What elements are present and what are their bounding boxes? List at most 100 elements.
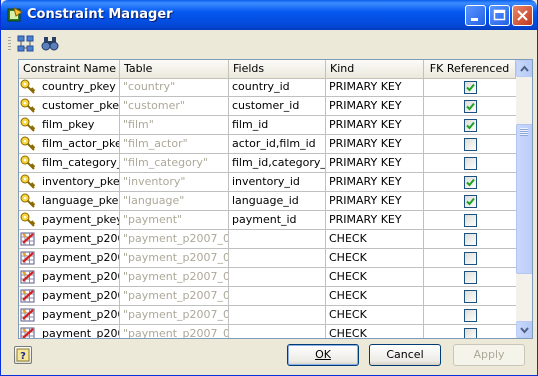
cell-kind[interactable]: CHECK — [326, 268, 424, 286]
table-row[interactable]: country_pkey "country" country_id PRIMARY K… — [19, 78, 516, 97]
fk-referenced-checkbox[interactable] — [464, 157, 477, 170]
cell-table[interactable]: "film_actor" — [120, 135, 229, 153]
fk-referenced-checkbox[interactable] — [464, 138, 477, 151]
help-button[interactable]: ? — [14, 346, 32, 364]
cell-constraint-name[interactable]: film_pkey — [19, 116, 120, 134]
fk-referenced-checkbox[interactable] — [464, 309, 477, 322]
cell-table[interactable]: "payment_p2007_02" — [120, 249, 229, 267]
cell-kind[interactable]: PRIMARY KEY — [326, 154, 424, 172]
cell-table[interactable]: "film" — [120, 116, 229, 134]
cell-table[interactable]: "inventory" — [120, 173, 229, 191]
cell-constraint-name[interactable]: film_category_p — [19, 154, 120, 172]
table-row[interactable]: payment_p2007"payment_p2007_03" CHECK — [19, 268, 516, 287]
close-button[interactable] — [512, 5, 533, 26]
cell-table[interactable]: "language" — [120, 192, 229, 210]
scroll-thumb[interactable] — [516, 124, 532, 274]
cell-table[interactable]: "payment_p2007_03" — [120, 268, 229, 286]
cell-constraint-name[interactable]: payment_p2007 — [19, 249, 120, 267]
column-header-fk-referenced[interactable]: FK Referenced — [424, 60, 516, 78]
table-row[interactable]: payment_p2007"payment_p2007_01" CHECK — [19, 230, 516, 249]
cell-fields[interactable]: payment_id — [229, 211, 326, 229]
cell-constraint-name[interactable]: payment_p2007 — [19, 306, 120, 324]
cell-constraint-name[interactable]: inventory_pkey — [19, 173, 120, 191]
title-bar[interactable]: Constraint Manager — [1, 0, 537, 30]
cell-kind[interactable]: CHECK — [326, 306, 424, 324]
cell-table[interactable]: "payment_p2007_06" — [120, 325, 229, 338]
table-row[interactable]: payment_p2007"payment_p2007_06" CHECK — [19, 325, 516, 338]
cell-fields[interactable] — [229, 287, 326, 305]
fk-referenced-checkbox[interactable] — [464, 290, 477, 303]
cell-kind[interactable]: PRIMARY KEY — [326, 192, 424, 210]
constraints-icon[interactable] — [17, 35, 35, 53]
cell-table[interactable]: "payment_p2007_05" — [120, 306, 229, 324]
cell-kind[interactable]: PRIMARY KEY — [326, 135, 424, 153]
cell-constraint-name[interactable]: payment_p2007 — [19, 325, 120, 338]
cell-table[interactable]: "payment" — [120, 211, 229, 229]
scroll-up-button[interactable] — [516, 60, 532, 77]
cell-constraint-name[interactable]: payment_p2007 — [19, 287, 120, 305]
table-row[interactable]: film_category_p"film_category"film_id,ca… — [19, 154, 516, 173]
fk-referenced-checkbox[interactable] — [464, 271, 477, 284]
ok-button[interactable]: OK — [287, 344, 359, 366]
cell-fields[interactable]: film_id — [229, 116, 326, 134]
column-header-table[interactable]: Table — [120, 60, 229, 78]
table-row[interactable]: payment_p2007"payment_p2007_05" CHECK — [19, 306, 516, 325]
cell-fields[interactable]: customer_id — [229, 97, 326, 115]
constraints-table[interactable]: Constraint Name Table Fields Kind FK Ref… — [18, 59, 533, 339]
table-row[interactable]: film_pkey "film" film_id PRIMARY KEY — [19, 116, 516, 135]
cell-constraint-name[interactable]: payment_p2007 — [19, 268, 120, 286]
cell-kind[interactable]: PRIMARY KEY — [326, 97, 424, 115]
cell-fields[interactable] — [229, 306, 326, 324]
cell-constraint-name[interactable]: customer_pkey — [19, 97, 120, 115]
column-header-fields[interactable]: Fields — [229, 60, 326, 78]
table-row[interactable]: payment_p2007"payment_p2007_04" CHECK — [19, 287, 516, 306]
cell-constraint-name[interactable]: film_actor_pkey — [19, 135, 120, 153]
cell-constraint-name[interactable]: language_pkey — [19, 192, 120, 210]
cell-table[interactable]: "film_category" — [120, 154, 229, 172]
toolbar-grip[interactable] — [8, 37, 11, 52]
cell-table[interactable]: "payment_p2007_04" — [120, 287, 229, 305]
cell-kind[interactable]: CHECK — [326, 230, 424, 248]
fk-referenced-checkbox-checked[interactable] — [464, 81, 477, 94]
cell-kind[interactable]: PRIMARY KEY — [326, 78, 424, 96]
cell-fields[interactable] — [229, 268, 326, 286]
cell-kind[interactable]: PRIMARY KEY — [326, 173, 424, 191]
fk-referenced-checkbox-checked[interactable] — [464, 119, 477, 132]
fk-referenced-checkbox-checked[interactable] — [464, 100, 477, 113]
vertical-scrollbar[interactable] — [516, 60, 532, 338]
fk-referenced-checkbox[interactable] — [464, 214, 477, 227]
table-row[interactable]: film_actor_pkey "film_actor" actor_id,film… — [19, 135, 516, 154]
scroll-down-button[interactable] — [516, 321, 532, 338]
fk-referenced-checkbox[interactable] — [464, 233, 477, 246]
column-header-kind[interactable]: Kind — [326, 60, 424, 78]
cell-kind[interactable]: CHECK — [326, 325, 424, 338]
maximize-button[interactable] — [489, 5, 510, 26]
cell-table[interactable]: "country" — [120, 78, 229, 96]
table-row[interactable]: language_pkey "language" language_id PRIMAR… — [19, 192, 516, 211]
table-row[interactable]: payment_pkey "payment" payment_id PRIMARY K… — [19, 211, 516, 230]
table-row[interactable]: payment_p2007"payment_p2007_02" CHECK — [19, 249, 516, 268]
cell-fields[interactable]: inventory_id — [229, 173, 326, 191]
cell-kind[interactable]: CHECK — [326, 249, 424, 267]
cell-fields[interactable]: country_id — [229, 78, 326, 96]
cell-kind[interactable]: CHECK — [326, 287, 424, 305]
column-header-constraint-name[interactable]: Constraint Name — [19, 60, 120, 78]
cell-kind[interactable]: PRIMARY KEY — [326, 211, 424, 229]
cell-table[interactable]: "payment_p2007_01" — [120, 230, 229, 248]
table-row[interactable]: customer_pkey "customer" customer_id PRIMAR… — [19, 97, 516, 116]
fk-referenced-checkbox-checked[interactable] — [464, 176, 477, 189]
cell-constraint-name[interactable]: payment_p2007 — [19, 230, 120, 248]
minimize-button[interactable] — [465, 5, 486, 26]
cancel-button[interactable]: Cancel — [369, 344, 441, 366]
fk-referenced-checkbox[interactable] — [464, 328, 477, 338]
fk-referenced-checkbox-checked[interactable] — [464, 195, 477, 208]
cell-fields[interactable]: language_id — [229, 192, 326, 210]
cell-fields[interactable]: film_id,category_id — [229, 154, 326, 172]
cell-fields[interactable] — [229, 249, 326, 267]
cell-fields[interactable] — [229, 230, 326, 248]
find-icon[interactable] — [41, 35, 59, 53]
cell-table[interactable]: "customer" — [120, 97, 229, 115]
apply-button[interactable]: Apply — [453, 344, 525, 366]
fk-referenced-checkbox[interactable] — [464, 252, 477, 265]
cell-constraint-name[interactable]: payment_pkey — [19, 211, 120, 229]
